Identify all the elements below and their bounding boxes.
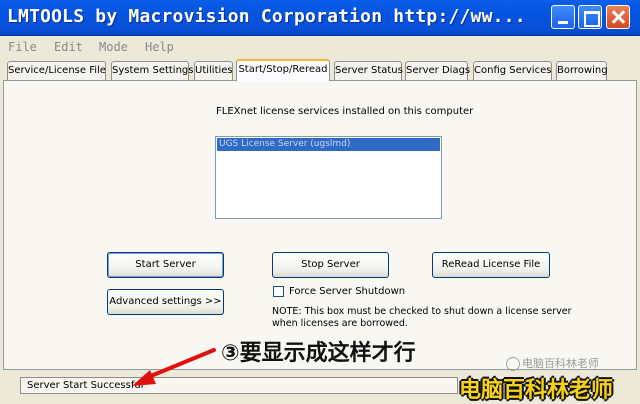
tab-start-stop-reread[interactable]: Start/Stop/Reread bbox=[236, 59, 330, 81]
watermark-big: 电脑百科林老师 bbox=[459, 378, 614, 403]
watermark-small-text: 电脑百科林老师 bbox=[522, 357, 599, 370]
watermark-small: 电脑百科林老师 bbox=[506, 355, 599, 371]
wechat-logo-icon bbox=[506, 357, 520, 371]
